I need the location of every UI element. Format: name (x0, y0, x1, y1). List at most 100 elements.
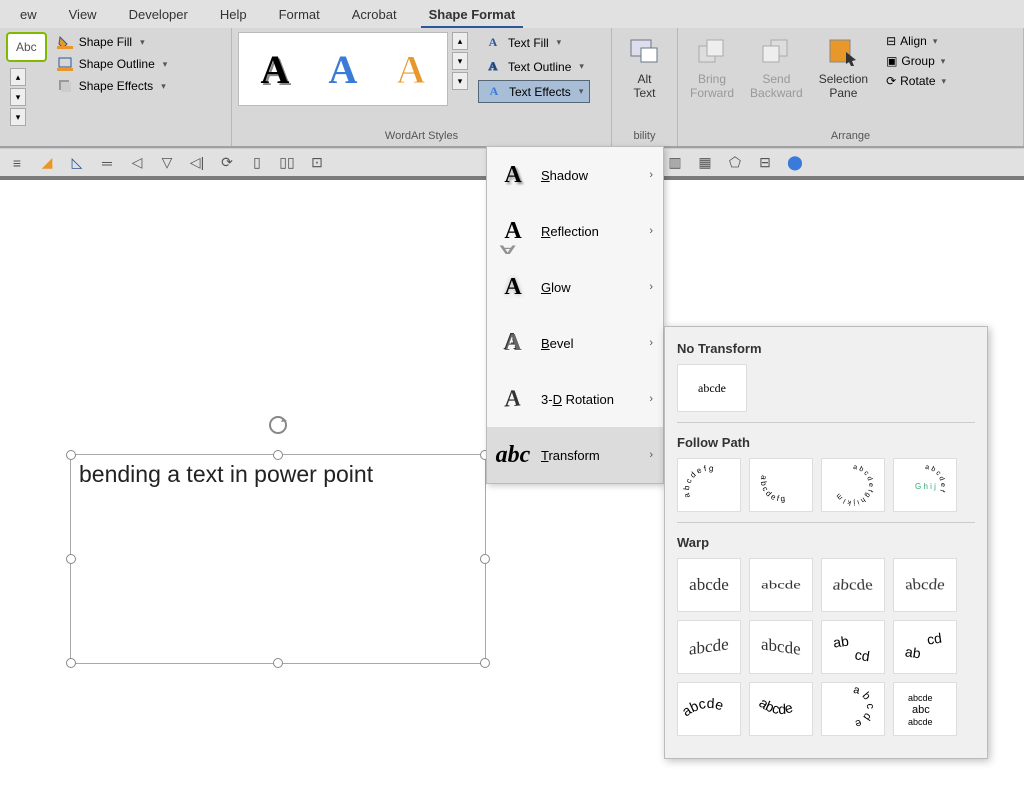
warp-1[interactable]: abcde (677, 558, 741, 612)
qat-shape1[interactable]: ◁| (186, 152, 208, 174)
wordart-scroll-up[interactable]: ▴ (452, 32, 468, 50)
resize-handle-br[interactable] (480, 658, 490, 668)
selection-pane-icon (827, 36, 859, 68)
warp-10[interactable]: abcde (749, 682, 813, 736)
warp-6[interactable]: abcde (749, 620, 813, 674)
shape-style-scroll-down[interactable]: ▾ (10, 88, 26, 106)
bring-forward-button[interactable]: Bring Forward (684, 32, 740, 104)
text-effects-transform[interactable]: abc Transform › (487, 427, 663, 483)
qat-img5[interactable]: ▦ (694, 152, 716, 174)
resize-handle-tm[interactable] (273, 450, 283, 460)
follow-path-arch-down[interactable]: a b c d e f g (749, 458, 813, 512)
wordart-scroll-down[interactable]: ▾ (452, 52, 468, 70)
qat-img4[interactable]: ▥ (664, 152, 686, 174)
send-backward-label: Send Backward (750, 72, 803, 100)
text-effects-shadow[interactable]: A SShadowhadow › (487, 147, 663, 203)
shape-style-preview[interactable]: Abc (6, 32, 47, 62)
group-icon: ▣ (886, 54, 897, 68)
effects-icon (57, 78, 73, 94)
text-effects-menu: A SShadowhadow › AA Reflection › A Glow … (486, 146, 664, 484)
menu-view[interactable]: View (53, 3, 113, 26)
align-label: Align (900, 34, 927, 48)
follow-path-button[interactable]: a b c d e f G h i j (893, 458, 957, 512)
send-backward-icon (760, 36, 792, 68)
qat-img6[interactable]: ⬠ (724, 152, 746, 174)
warp-4[interactable]: abcde (893, 558, 957, 612)
text-box[interactable]: bending a text in power point (70, 454, 486, 664)
warp-9[interactable]: abcde (677, 682, 741, 736)
text-effects-button[interactable]: A Text Effects ▾ (478, 80, 590, 103)
text-outline-icon: A (484, 59, 502, 74)
wordart-style-3[interactable]: A (381, 39, 441, 99)
svg-text:abcde: abcde (908, 693, 933, 703)
text-outline-button[interactable]: A Text Outline ▾ (478, 56, 590, 77)
rotate-label: Rotate (900, 74, 935, 88)
qat-shape2[interactable]: ⟳ (216, 152, 238, 174)
text-effects-3d-rotation[interactable]: A 3-D Rotation › (487, 371, 663, 427)
menu-review[interactable]: ew (4, 3, 53, 26)
text-effects-glow[interactable]: A Glow › (487, 259, 663, 315)
chevron-down-icon: ▾ (933, 36, 938, 47)
shape-style-scroll-up[interactable]: ▴ (10, 68, 26, 86)
text-effects-reflection[interactable]: AA Reflection › (487, 203, 663, 259)
chevron-down-icon: ▾ (579, 86, 584, 97)
menu-shape-format[interactable]: Shape Format (413, 3, 532, 26)
qat-align-left[interactable]: ≡ (6, 152, 28, 174)
resize-handle-ml[interactable] (66, 554, 76, 564)
chevron-right-icon: › (649, 449, 653, 461)
selection-pane-button[interactable]: Selection Pane (813, 32, 874, 104)
warp-11[interactable]: a b c d e (821, 682, 885, 736)
menu-bar: ew View Developer Help Format Acrobat Sh… (0, 0, 1024, 28)
resize-handle-tl[interactable] (66, 450, 76, 460)
follow-path-circle[interactable]: a b c d e f g h i j k l m (821, 458, 885, 512)
alt-text-button[interactable]: Alt Text (623, 32, 667, 104)
wordart-style-1[interactable]: A (245, 39, 305, 99)
wordart-gallery[interactable]: A A A (238, 32, 448, 106)
resize-handle-mr[interactable] (480, 554, 490, 564)
menu-format[interactable]: Format (263, 3, 336, 26)
text-box-content[interactable]: bending a text in power point (71, 455, 485, 494)
transform-gallery: No Transform abcde Follow Path a b c d e… (664, 326, 988, 759)
align-button[interactable]: ⊟ Align ▾ (882, 32, 950, 50)
rotate-icon: ⟳ (886, 74, 896, 88)
warp-5[interactable]: abcde (677, 620, 741, 674)
qat-shape3[interactable]: ▯ (246, 152, 268, 174)
qat-flip-h[interactable]: ◁ (126, 152, 148, 174)
chevron-right-icon: › (649, 337, 653, 349)
wordart-style-2[interactable]: A (313, 39, 373, 99)
menu-developer[interactable]: Developer (113, 3, 204, 26)
resize-handle-bm[interactable] (273, 658, 283, 668)
qat-font-color[interactable]: ◢ (36, 152, 58, 174)
menu-acrobat[interactable]: Acrobat (336, 3, 413, 26)
shape-style-more[interactable]: ▾ (10, 108, 26, 126)
qat-line-style[interactable]: ═ (96, 152, 118, 174)
qat-flip-v[interactable]: ▽ (156, 152, 178, 174)
wordart-more[interactable]: ▾ (452, 72, 468, 90)
chevron-down-icon: ▾ (942, 76, 947, 87)
qat-outline-color[interactable]: ◺ (66, 152, 88, 174)
warp-7[interactable]: abcd (821, 620, 885, 674)
menu-help[interactable]: Help (204, 3, 263, 26)
no-transform-option[interactable]: abcde (677, 364, 747, 412)
warp-12[interactable]: abcdeabcabcde (893, 682, 957, 736)
resize-handle-bl[interactable] (66, 658, 76, 668)
shape-fill-button[interactable]: Shape Fill ▾ (51, 32, 174, 52)
qat-shape5[interactable]: ⊡ (306, 152, 328, 174)
rotate-handle[interactable] (266, 413, 290, 437)
text-fill-button[interactable]: A Text Fill ▾ (478, 32, 590, 53)
rotate-button[interactable]: ⟳ Rotate ▾ (882, 72, 950, 90)
warp-8[interactable]: abcd (893, 620, 957, 674)
group-button[interactable]: ▣ Group ▾ (882, 52, 950, 70)
warp-3[interactable]: abcde (821, 558, 885, 612)
qat-img7[interactable]: ⊟ (754, 152, 776, 174)
transform-icon: abc (499, 441, 527, 469)
qat-shape4[interactable]: ▯▯ (276, 152, 298, 174)
text-effects-bevel[interactable]: A Bevel › (487, 315, 663, 371)
qat-img8[interactable]: ⬤ (784, 152, 806, 174)
follow-path-arch-up[interactable]: a b c d e f g (677, 458, 741, 512)
send-backward-button[interactable]: Send Backward (744, 32, 809, 104)
shape-effects-button[interactable]: Shape Effects ▾ (51, 76, 174, 96)
shape-outline-button[interactable]: Shape Outline ▾ (51, 54, 174, 74)
svg-text:abcde: abcde (682, 695, 726, 719)
warp-2[interactable]: abcde (749, 558, 813, 612)
